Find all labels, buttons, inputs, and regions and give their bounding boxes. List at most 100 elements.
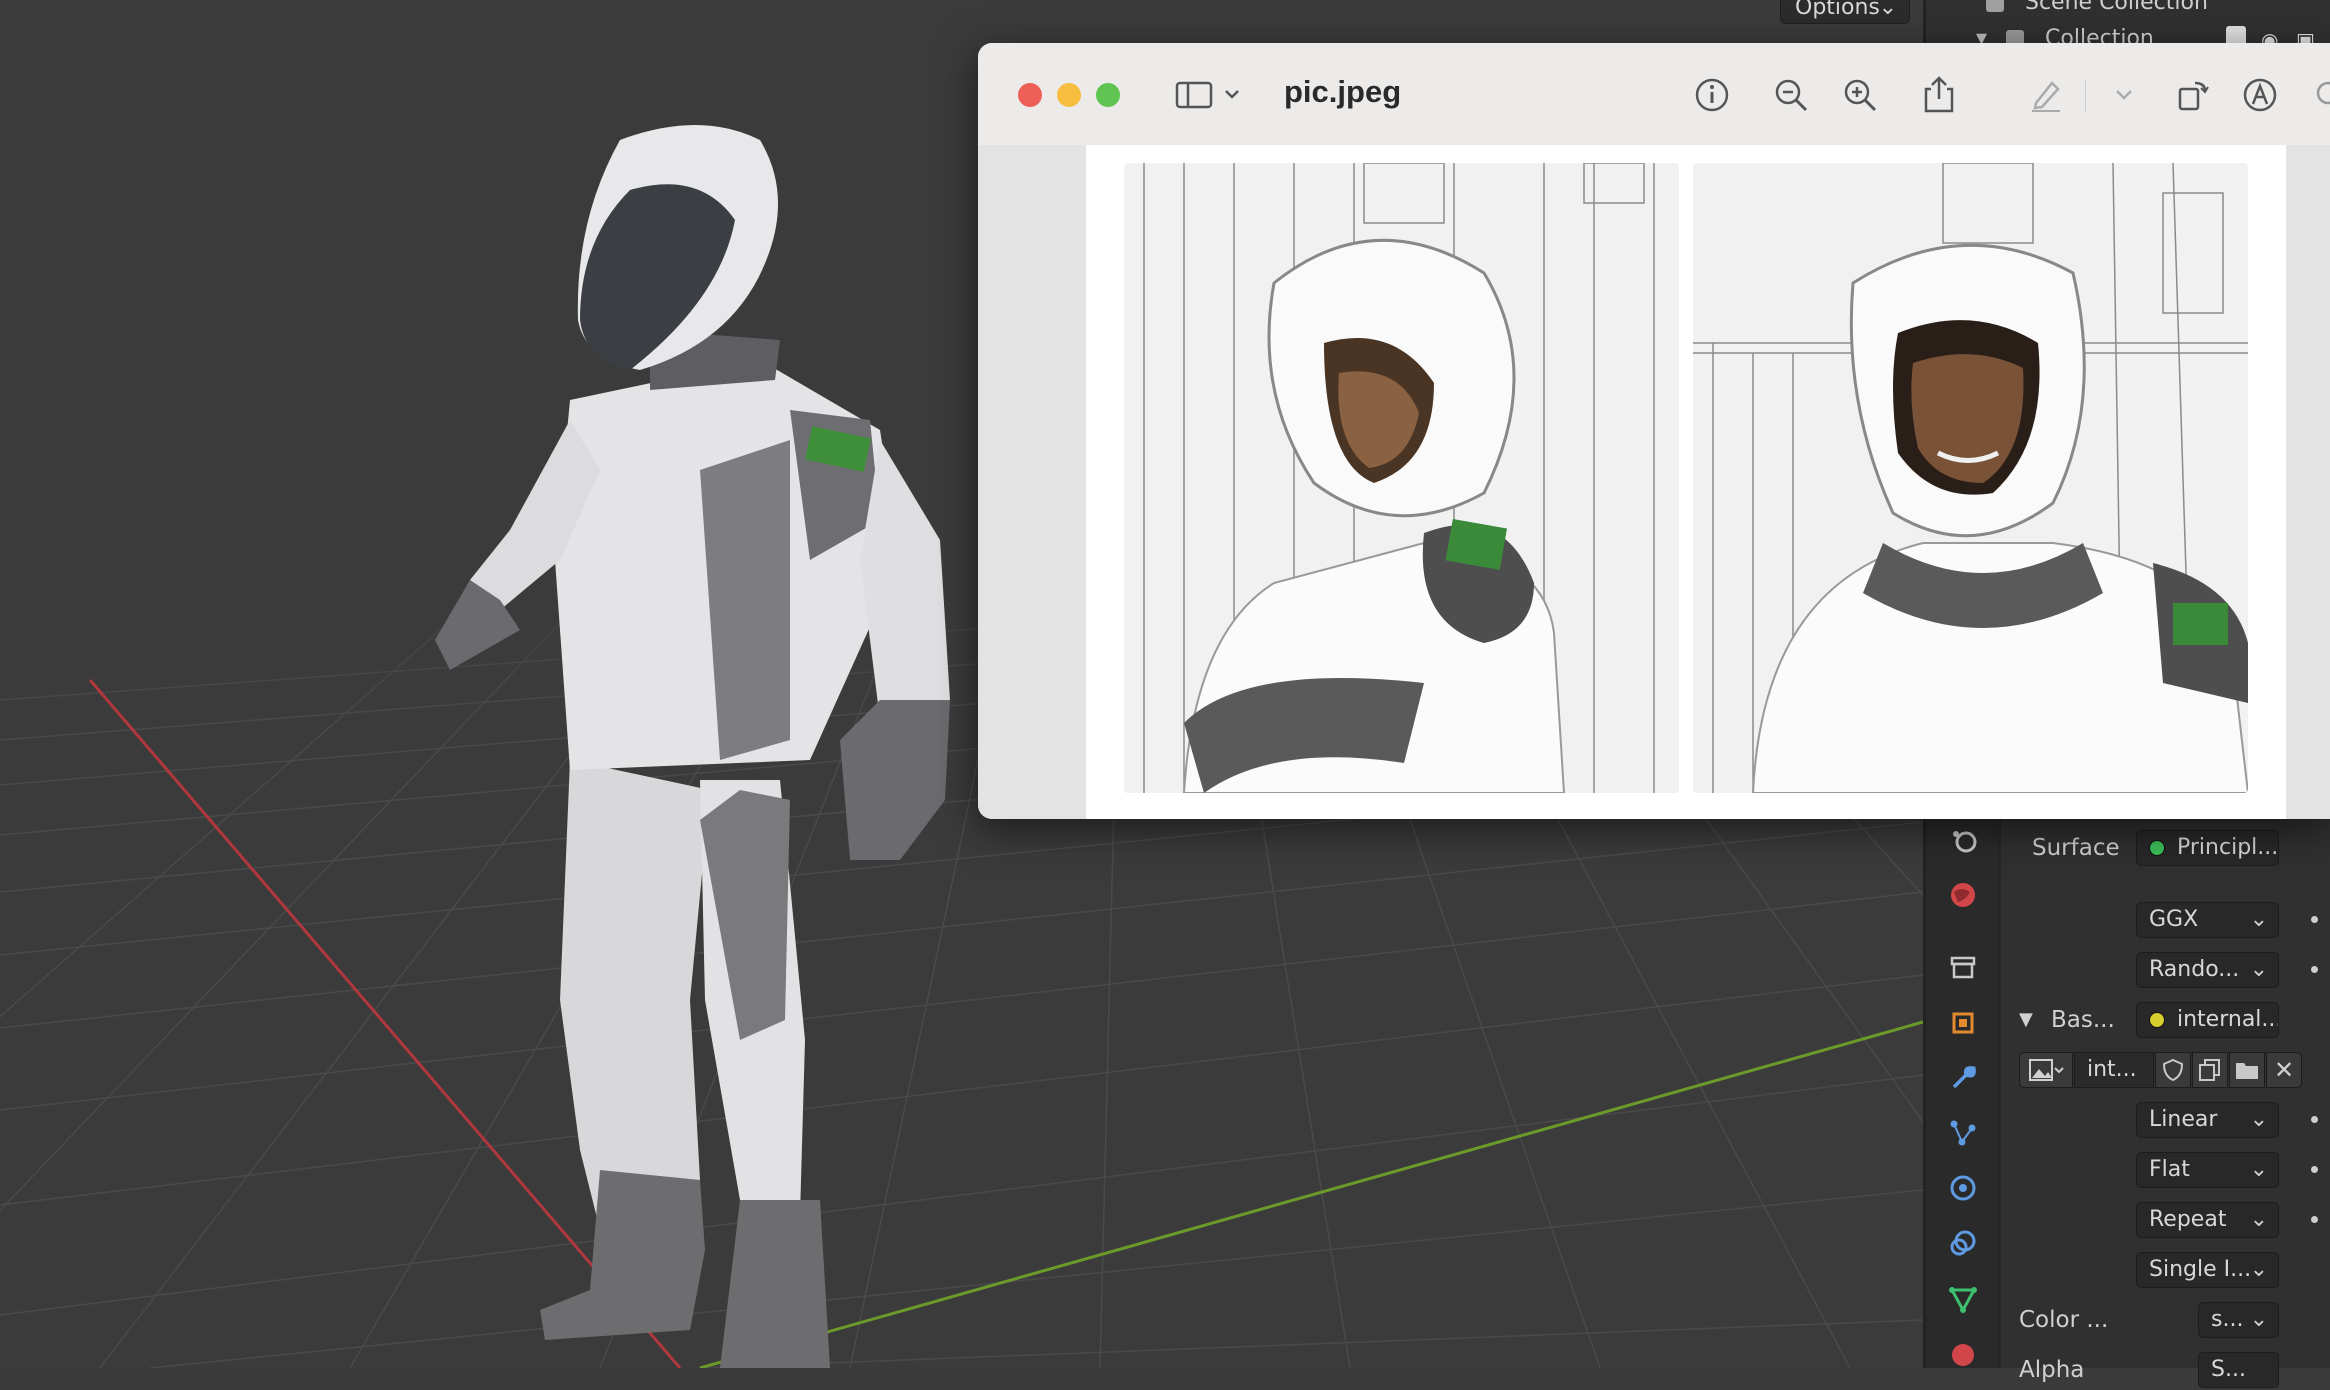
- photo-right-astronaut: [1693, 163, 2248, 793]
- image-browse-button[interactable]: [2019, 1052, 2073, 1088]
- color-space-row: Color ... s... ⌄: [2001, 1300, 2330, 1340]
- world-properties-icon[interactable]: [1946, 878, 1980, 912]
- surface-shader-field[interactable]: Principl...: [2136, 830, 2279, 866]
- data-properties-icon[interactable]: [1946, 1282, 1980, 1316]
- image-selector-row: int... ✕: [2001, 1050, 2330, 1090]
- distribution-row: GGX ⌄: [2001, 900, 2330, 940]
- image-icon: [2029, 1059, 2064, 1081]
- photo-right-artwork: [1693, 163, 2248, 793]
- chevron-down-icon: ⌄: [2249, 1307, 2268, 1332]
- scene-collection-label: Scene Collection: [2025, 0, 2208, 15]
- interpolation-dropdown[interactable]: Linear ⌄: [2136, 1102, 2279, 1138]
- constraints-properties-icon[interactable]: [1946, 1226, 1980, 1260]
- outliner-row-scene-collection[interactable]: Scene Collection: [1986, 0, 2208, 15]
- photo-left-artwork: [1124, 163, 1679, 793]
- color-space-value: s...: [2211, 1307, 2244, 1332]
- zoom-in-icon: [1844, 79, 1877, 112]
- chevron-down-icon: ⌄: [2249, 1157, 2268, 1182]
- keyframe-dot-icon[interactable]: [2311, 1216, 2318, 1223]
- image-name-field[interactable]: int...: [2074, 1052, 2154, 1088]
- keyframe-dot-icon[interactable]: [2311, 966, 2318, 973]
- render-properties-icon[interactable]: [1946, 824, 1980, 858]
- base-color-field[interactable]: internal...: [2136, 1002, 2279, 1038]
- extension-row: Repeat ⌄: [2001, 1200, 2330, 1240]
- zoom-in-button[interactable]: [1838, 73, 1882, 117]
- search-icon: [2316, 81, 2330, 105]
- markup-options-button[interactable]: [2102, 73, 2146, 117]
- open-image-button[interactable]: [2229, 1052, 2265, 1088]
- projection-dropdown[interactable]: Flat ⌄: [2136, 1152, 2279, 1188]
- markup-button[interactable]: [2024, 73, 2068, 117]
- surface-row: Surface Principl...: [2001, 828, 2330, 868]
- material-properties-icon[interactable]: [1946, 1338, 1980, 1372]
- modifier-properties-icon[interactable]: [1946, 1061, 1980, 1095]
- base-color-row: ▼ Bas... internal...: [2001, 1000, 2330, 1040]
- share-icon: [1924, 76, 1954, 113]
- sidebar-icon: [1175, 81, 1239, 109]
- extension-dropdown[interactable]: Repeat ⌄: [2136, 1202, 2279, 1238]
- rotate-icon: [2178, 81, 2209, 111]
- interpolation-value: Linear: [2149, 1107, 2218, 1132]
- subsurface-method-dropdown[interactable]: Rando... ⌄: [2136, 952, 2279, 988]
- projection-value: Flat: [2149, 1157, 2190, 1182]
- image-canvas[interactable]: [978, 145, 2330, 819]
- options-dropdown[interactable]: Options ⌄: [1780, 0, 1910, 24]
- chevron-down-icon: ⌄: [2249, 1257, 2268, 1282]
- duplicate-icon: [2199, 1059, 2220, 1081]
- alpha-row: Alpha S...: [2001, 1350, 2330, 1390]
- shield-icon: [2162, 1058, 2184, 1082]
- keyframe-dot-icon[interactable]: [2311, 916, 2318, 923]
- toolbar-divider: [2085, 79, 2086, 113]
- image-source-value: Single I...: [2149, 1257, 2252, 1282]
- unlink-image-button[interactable]: ✕: [2266, 1052, 2302, 1088]
- alpha-dropdown[interactable]: S...: [2198, 1352, 2279, 1388]
- image-name-value: int...: [2087, 1057, 2137, 1082]
- info-button[interactable]: [1690, 73, 1734, 117]
- chevron-down-icon: ⌄: [2249, 907, 2268, 932]
- zoom-out-button[interactable]: [1769, 73, 1813, 117]
- chevron-down-icon: ⌄: [2249, 957, 2268, 982]
- maximize-window-button[interactable]: [1096, 83, 1120, 107]
- keyframe-dot-icon[interactable]: [2311, 1116, 2318, 1123]
- subsurface-method-value: Rando...: [2149, 957, 2240, 982]
- folder-icon: [2236, 1063, 2258, 1079]
- options-label: Options: [1795, 0, 1880, 20]
- color-space-label: Color ...: [2019, 1307, 2109, 1333]
- image-source-dropdown[interactable]: Single I... ⌄: [2136, 1252, 2279, 1288]
- surface-shader-value: Principl...: [2177, 835, 2279, 860]
- duplicate-image-button[interactable]: [2192, 1052, 2228, 1088]
- close-window-button[interactable]: [1018, 83, 1042, 107]
- search-button[interactable]: [2308, 73, 2330, 117]
- sidebar-toggle-button[interactable]: [1174, 73, 1244, 117]
- base-color-value: internal...: [2177, 1007, 2279, 1032]
- chevron-down-icon: ⌄: [1878, 0, 1897, 20]
- distribution-dropdown[interactable]: GGX ⌄: [2136, 902, 2279, 938]
- document-title: pic.jpeg: [1284, 74, 1402, 109]
- physics-properties-icon[interactable]: [1946, 1171, 1980, 1205]
- extension-value: Repeat: [2149, 1207, 2227, 1232]
- particles-properties-icon[interactable]: [1946, 1116, 1980, 1150]
- rotate-button[interactable]: [2171, 73, 2215, 117]
- zoom-out-icon: [1775, 79, 1808, 112]
- object-properties-icon[interactable]: [1946, 1006, 1980, 1040]
- collapse-triangle-icon[interactable]: ▼: [2019, 1000, 2033, 1040]
- chevron-down-icon: ⌄: [2249, 1107, 2268, 1132]
- scene-collection-icon: [1986, 0, 2004, 12]
- preview-window[interactable]: pic.jpeg: [978, 43, 2330, 819]
- annotate-icon: [2243, 78, 2277, 112]
- annotate-button[interactable]: [2238, 73, 2282, 117]
- fake-user-button[interactable]: [2155, 1052, 2191, 1088]
- chevron-down-icon: ⌄: [2249, 1207, 2268, 1232]
- subsurface-method-row: Rando... ⌄: [2001, 950, 2330, 990]
- surface-label: Surface: [2032, 835, 2120, 861]
- image-page: [1086, 145, 2286, 819]
- keyframe-dot-icon[interactable]: [2311, 1166, 2318, 1173]
- alpha-label: Alpha: [2019, 1357, 2085, 1383]
- color-space-dropdown[interactable]: s... ⌄: [2198, 1302, 2279, 1338]
- preview-toolbar: pic.jpeg: [978, 43, 2330, 146]
- minimize-window-button[interactable]: [1057, 83, 1081, 107]
- collection-properties-icon[interactable]: [1946, 950, 1980, 984]
- photo-left-astronaut: [1124, 163, 1679, 793]
- projection-row: Flat ⌄: [2001, 1150, 2330, 1190]
- share-button[interactable]: [1917, 73, 1961, 117]
